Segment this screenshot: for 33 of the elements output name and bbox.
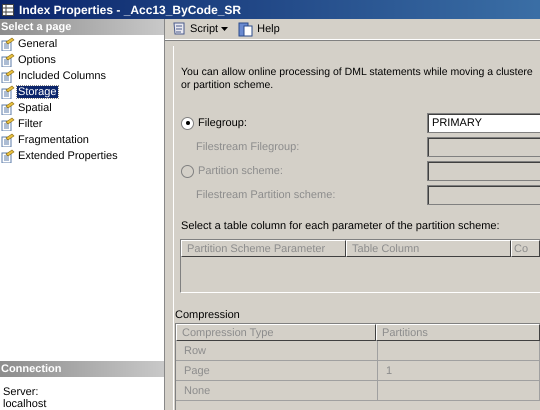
caret-icon <box>221 27 228 31</box>
sidebar-item[interactable]: General <box>17 38 58 50</box>
help-icon <box>238 21 254 37</box>
sidebar-item[interactable]: Extended Properties <box>17 150 119 162</box>
sidebar-item[interactable]: Filter <box>17 118 44 130</box>
sidebar-item[interactable]: Spatial <box>17 102 53 114</box>
prompt-text: Select a table column for each parameter of the partition scheme: <box>181 220 501 232</box>
radio-button[interactable] <box>181 116 194 130</box>
option-label: Filestream Partition scheme: <box>196 189 336 201</box>
table-cell: Row <box>176 341 378 360</box>
option-label: Partition scheme: <box>198 165 283 177</box>
section-header: Connection <box>0 361 164 377</box>
description-text: or partition scheme. <box>181 79 274 92</box>
section-header: Select a page <box>0 19 164 35</box>
server-value: localhost <box>2 398 46 410</box>
input-field[interactable]: PRIMARY <box>427 113 540 133</box>
section-title: Compression <box>175 309 241 321</box>
help-button[interactable]: Help <box>236 21 282 37</box>
table-icon <box>2 4 14 16</box>
table-cell: Page <box>176 361 378 380</box>
table-cell: 1 <box>378 361 540 380</box>
option-label: Filestream Filegroup: <box>196 141 300 153</box>
sidebar-item[interactable]: Fragmentation <box>17 134 90 146</box>
server-label: Server: <box>2 386 38 398</box>
description-text: You can allow online processing of DML statements while moving a clustere <box>181 66 534 79</box>
option-label: Filegroup: <box>198 117 247 129</box>
window-title: Index Properties - _Acc13_ByCode_SR <box>19 2 242 16</box>
sidebar-item[interactable]: Included Columns <box>17 70 108 82</box>
table-cell: None <box>176 381 378 400</box>
sidebar-item[interactable]: Storage <box>17 86 58 98</box>
sidebar-item[interactable]: Options <box>17 54 57 66</box>
script-button[interactable]: Script <box>169 21 230 37</box>
scroll-icon <box>171 21 187 37</box>
